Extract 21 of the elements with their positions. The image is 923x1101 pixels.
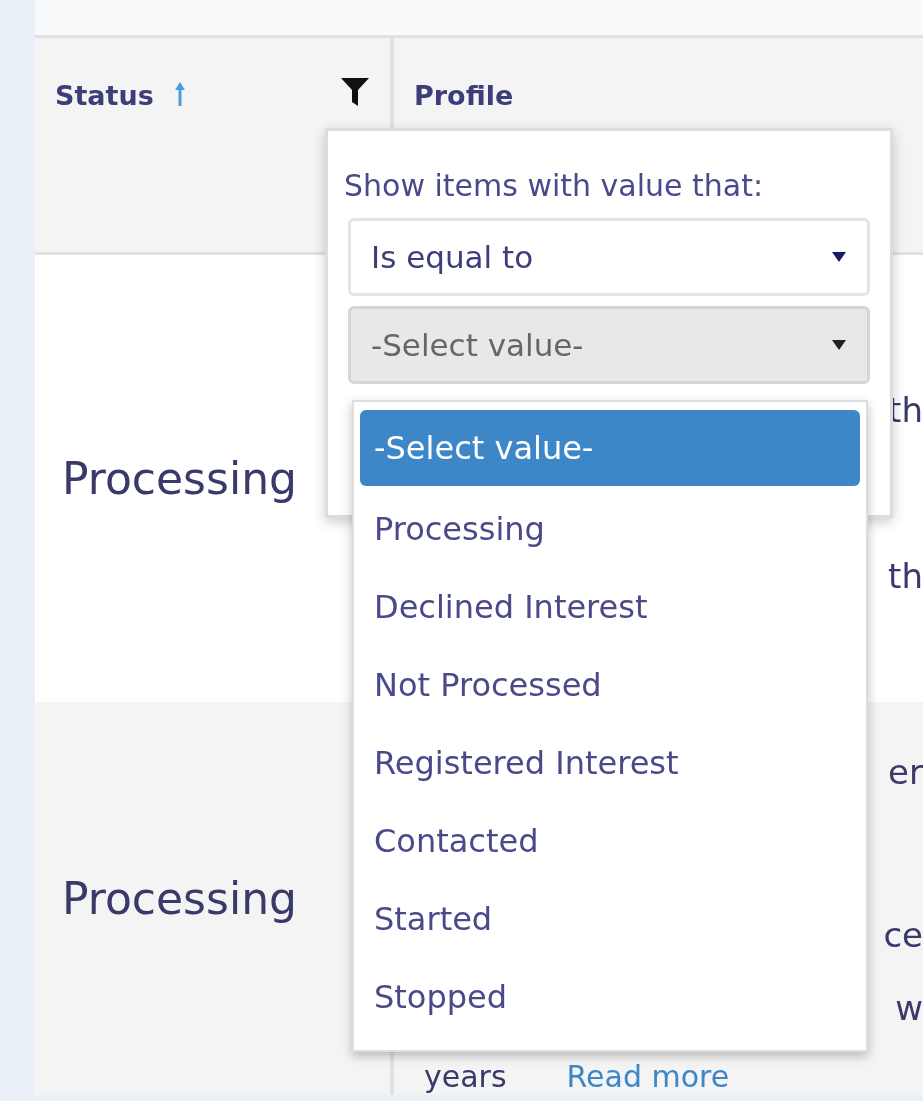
dropdown-option[interactable]: Not Processed (360, 646, 860, 724)
dropdown-option[interactable]: Contacted (360, 802, 860, 880)
dropdown-option[interactable]: Stopped (360, 958, 860, 1036)
profile-text: ce (883, 914, 923, 957)
profile-text: w (895, 987, 923, 1030)
column-header[interactable]: Status (55, 76, 154, 117)
profile-text: years (424, 1060, 507, 1093)
caret-icon (831, 251, 847, 263)
filter-icon[interactable] (340, 76, 370, 108)
profile-text: th (888, 555, 923, 598)
dropdown-option[interactable]: Declined Interest (360, 568, 860, 646)
value-select[interactable]: -Select value- (348, 306, 870, 384)
profile-text: er (888, 751, 923, 794)
column-header[interactable]: Profile (414, 76, 514, 117)
dropdown-option[interactable]: -Select value- (360, 410, 860, 486)
dropdown-option[interactable]: Processing (360, 490, 860, 568)
dropdown-option[interactable]: Registered Interest (360, 724, 860, 802)
filter-prompt: Show items with value that: (344, 167, 765, 205)
caret-icon (831, 339, 847, 351)
operator-select[interactable]: Is equal to (348, 218, 870, 296)
dropdown-option[interactable]: Started (360, 880, 860, 958)
